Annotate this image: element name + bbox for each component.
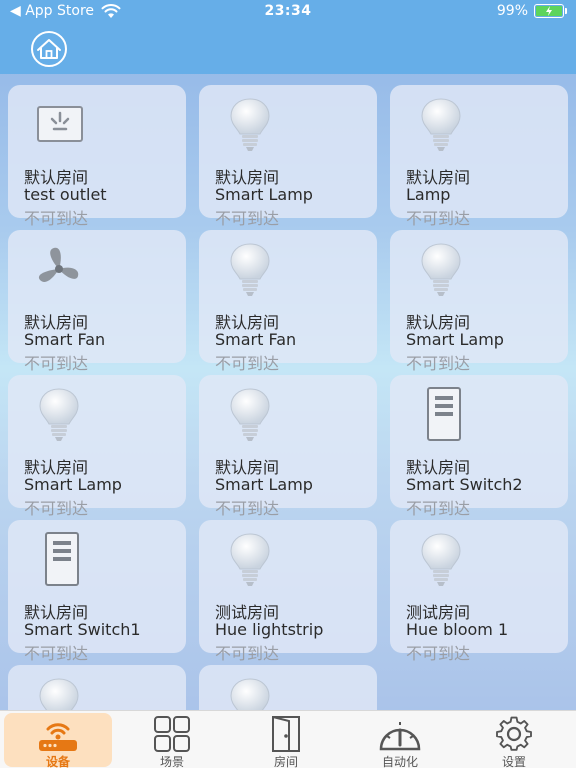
device-status: 不可到达 (24, 209, 89, 228)
status-bar: ◀ App Store 23:34 99% (0, 0, 576, 24)
device-status: 不可到达 (215, 354, 280, 373)
bulb-icon (221, 675, 279, 710)
device-status: 不可到达 (215, 644, 280, 663)
nav-bar (0, 24, 576, 74)
gear-icon (489, 715, 539, 753)
tab-devices[interactable]: 设备 (4, 713, 112, 768)
tab-settings[interactable]: 设置 (460, 713, 568, 768)
tab-label: 场景 (159, 755, 184, 768)
switch-icon (412, 385, 470, 443)
device-status: 不可到达 (24, 499, 89, 518)
fan-icon (30, 240, 88, 298)
bulb-icon (221, 385, 279, 443)
bulb-icon (30, 675, 88, 710)
tab-label: 设备 (45, 755, 70, 768)
device-card[interactable]: 默认房间 Smart Fan 不可到达 (8, 230, 186, 373)
switch-icon (30, 530, 88, 588)
device-name: Smart Lamp (215, 185, 313, 204)
device-status: 不可到达 (215, 499, 280, 518)
device-card[interactable]: 默认房间 test outlet 不可到达 (8, 85, 186, 228)
device-grid: 默认房间 test outlet 不可到达 默认房间 Smart Lamp 不可到达 默… (0, 74, 576, 710)
device-card[interactable]: 默认房间 Smart Lamp 不可到达 (390, 230, 568, 373)
status-time: 23:34 (264, 3, 312, 19)
device-name: Smart Lamp (24, 475, 122, 494)
device-name: Smart Fan (215, 330, 297, 349)
device-name: Smart Lamp (406, 330, 504, 349)
bulb-icon (412, 240, 470, 298)
device-name: test outlet (24, 185, 107, 204)
device-status: 不可到达 (24, 644, 89, 663)
battery-percent: 99% (496, 3, 528, 19)
bulb-icon (221, 240, 279, 298)
device-card[interactable]: 默认房间 Smart Switch1 不可到达 (8, 520, 186, 663)
device-name: Hue lightstrip (215, 620, 324, 639)
device-card[interactable]: 默认房间 Smart Switch2 不可到达 (390, 375, 568, 518)
bulb-icon (412, 95, 470, 153)
device-card[interactable]: 默认房间 Smart Lamp 不可到达 (199, 85, 377, 228)
tab-automation[interactable]: 自动化 (346, 713, 454, 768)
device-name: Smart Fan (24, 330, 106, 349)
device-card[interactable]: 默认房间 Smart Fan 不可到达 (199, 230, 377, 373)
home-button[interactable] (24, 30, 74, 68)
device-name: Lamp (406, 185, 451, 204)
device-card[interactable]: 默认房间 Smart Lamp 不可到达 (8, 375, 186, 518)
device-card[interactable] (199, 665, 377, 710)
door-icon (261, 715, 311, 753)
device-card[interactable]: 测试房间 Hue bloom 1 不可到达 (390, 520, 568, 663)
device-name: Smart Switch2 (406, 475, 523, 494)
device-status: 不可到达 (406, 499, 471, 518)
gauge-icon (375, 715, 425, 753)
home-icon (31, 31, 67, 67)
device-name: Hue bloom 1 (406, 620, 509, 639)
tab-label: 自动化 (381, 755, 418, 768)
tab-label: 设置 (501, 755, 526, 768)
bulb-icon (221, 530, 279, 588)
device-status: 不可到达 (406, 644, 471, 663)
device-status: 不可到达 (406, 209, 471, 228)
grid-icon (147, 715, 197, 753)
device-card[interactable]: 默认房间 Lamp 不可到达 (390, 85, 568, 228)
device-status: 不可到达 (24, 354, 89, 373)
tab-label: 房间 (273, 755, 298, 768)
bulb-icon (221, 95, 279, 153)
outlet-icon (30, 95, 88, 153)
tab-scenes[interactable]: 场景 (118, 713, 226, 768)
device-card[interactable]: 测试房间 Hue lightstrip 不可到达 (199, 520, 377, 663)
device-status: 不可到达 (406, 354, 471, 373)
router-icon (33, 715, 83, 753)
device-card[interactable] (8, 665, 186, 710)
bulb-icon (412, 530, 470, 588)
bulb-icon (30, 385, 88, 443)
tab-rooms[interactable]: 房间 (232, 713, 340, 768)
device-card[interactable]: 默认房间 Smart Lamp 不可到达 (199, 375, 377, 518)
device-status: 不可到达 (215, 209, 280, 228)
battery-icon (534, 4, 567, 18)
tab-bar: 设备 场景 房间 自动化 设置 (0, 710, 576, 768)
device-name: Smart Switch1 (24, 620, 141, 639)
device-name: Smart Lamp (215, 475, 313, 494)
